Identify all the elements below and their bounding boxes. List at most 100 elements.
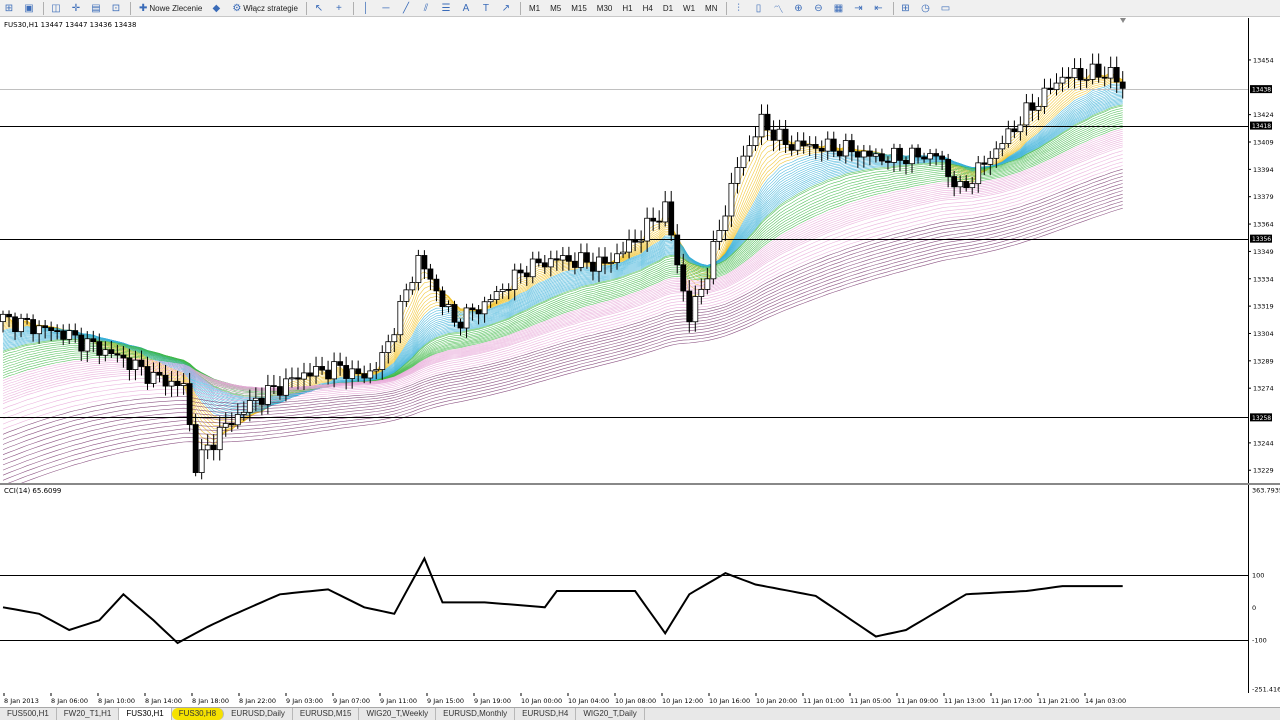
period-m15[interactable]: M15 bbox=[567, 1, 591, 16]
vertical-line-icon[interactable]: │ bbox=[358, 1, 376, 16]
templates-icon[interactable]: ▭ bbox=[938, 1, 956, 16]
candle-body bbox=[12, 316, 18, 333]
candle-body bbox=[349, 368, 356, 379]
candle-body bbox=[951, 176, 958, 188]
period-mn[interactable]: MN bbox=[701, 1, 721, 16]
chart-tab[interactable]: FW20_T1,H1 bbox=[57, 708, 120, 720]
chart-tab[interactable]: WIG20_T,Daily bbox=[576, 708, 645, 720]
candle-body bbox=[1017, 124, 1024, 133]
profiles-icon[interactable]: ▣ bbox=[21, 1, 39, 16]
channel-icon[interactable]: ⫽ bbox=[418, 1, 436, 16]
candle-body bbox=[234, 414, 241, 426]
zoom-out-icon: ⊖ bbox=[814, 2, 823, 14]
chart-shift-icon[interactable]: ⇤ bbox=[871, 1, 889, 16]
trendline-icon[interactable]: ╱ bbox=[398, 1, 416, 16]
candle-body bbox=[493, 291, 500, 300]
period-m30-label: M30 bbox=[596, 3, 613, 13]
candle-body bbox=[42, 325, 49, 329]
cursor-icon[interactable]: ↖ bbox=[311, 1, 329, 16]
candle-body bbox=[650, 217, 657, 222]
candle-body bbox=[662, 201, 669, 223]
periods-icon: ◷ bbox=[921, 2, 930, 14]
cci-panel[interactable]: 363.7935 100 0 -100 -251.4163 CCI(14) 65.6099 bbox=[0, 485, 1280, 694]
price-label: 13418 bbox=[1252, 123, 1271, 130]
zoom-out-icon[interactable]: ⊖ bbox=[811, 1, 829, 16]
indicators-icon[interactable]: ⊞ bbox=[898, 1, 916, 16]
candle-body bbox=[891, 147, 897, 163]
candle-body bbox=[1053, 82, 1060, 91]
candle-body bbox=[144, 366, 151, 384]
crosshair-icon[interactable]: + bbox=[331, 1, 349, 16]
navigator-icon[interactable]: ✛ bbox=[68, 1, 86, 16]
cci-chart[interactable]: 363.7935 100 0 -100 -251.4163 CCI(14) 65.6099 bbox=[0, 485, 1280, 694]
period-w1[interactable]: W1 bbox=[679, 1, 699, 16]
tile-icon: ▦ bbox=[833, 2, 844, 14]
candle-body bbox=[30, 319, 37, 335]
time-label: 11 Jan 21:00 bbox=[1038, 697, 1079, 705]
time-label: 8 Jan 22:00 bbox=[239, 697, 276, 705]
price-tick-label: 13364 bbox=[1253, 221, 1274, 229]
candle-body bbox=[626, 239, 632, 253]
price-tick-label: 13409 bbox=[1253, 139, 1274, 147]
period-m5-label: M5 bbox=[550, 3, 562, 13]
candle-body bbox=[596, 256, 602, 272]
text-icon[interactable]: A bbox=[458, 1, 476, 16]
tester-icon[interactable]: ⊡ bbox=[108, 1, 126, 16]
candle-body bbox=[36, 325, 43, 335]
market-watch-icon[interactable]: ◫ bbox=[48, 1, 66, 16]
period-h1[interactable]: H1 bbox=[618, 1, 636, 16]
candle-body bbox=[1035, 106, 1042, 111]
autoscroll-icon[interactable]: ⇥ bbox=[851, 1, 869, 16]
candle-body bbox=[66, 330, 73, 340]
auto-trading-button[interactable]: ⚙ Włącz strategie bbox=[228, 1, 302, 16]
terminal-icon: ▤ bbox=[91, 2, 101, 14]
bar-chart-icon[interactable]: ⫶ bbox=[731, 1, 749, 16]
time-label: 8 Jan 18:00 bbox=[192, 697, 229, 705]
line-chart-icon[interactable]: 〽 bbox=[771, 1, 789, 16]
shapes-icon[interactable]: ↗ bbox=[498, 1, 516, 16]
terminal-icon[interactable]: ▤ bbox=[88, 1, 106, 16]
candle-body bbox=[222, 423, 229, 428]
candle-body bbox=[511, 269, 518, 290]
chart-tab[interactable]: WIG20_T,Weekly bbox=[359, 708, 437, 720]
candle-body bbox=[150, 371, 157, 384]
candle-body bbox=[529, 258, 536, 278]
periods-icon[interactable]: ◷ bbox=[918, 1, 936, 16]
chart-tab[interactable]: EURUSD,H4 bbox=[515, 708, 577, 720]
horizontal-line-icon[interactable]: ─ bbox=[378, 1, 396, 16]
new-order-button[interactable]: ✚ Nowe Zlecenie bbox=[135, 1, 206, 16]
candles-icon[interactable]: ▯ bbox=[751, 1, 769, 16]
chart-tab[interactable]: FUS30,H8 bbox=[171, 708, 225, 720]
chart-tab[interactable]: FUS500,H1 bbox=[0, 708, 57, 720]
chart-tab[interactable]: EURUSD,M15 bbox=[293, 708, 360, 720]
bar-chart-icon: ⫶ bbox=[737, 2, 740, 14]
price-label: 13258 bbox=[1252, 415, 1271, 422]
cci-plot-area[interactable] bbox=[0, 485, 1248, 693]
candle-body bbox=[475, 309, 482, 315]
time-label: 11 Jan 01:00 bbox=[803, 697, 844, 705]
price-chart-panel[interactable]: 13454 13424 13409 13394 13379 13364 13349 13334… bbox=[0, 18, 1280, 491]
metaeditor-icon[interactable]: ◆ bbox=[208, 1, 226, 16]
candle-body bbox=[818, 147, 825, 152]
chart-tab[interactable]: EURUSD,Monthly bbox=[436, 708, 516, 720]
toolbar: ⊞ ▣ ◫ ✛ ▤ ⊡ ✚ Nowe Zlecenie ◆ ⚙ Włącz strategie ↖ + │… bbox=[0, 0, 1280, 17]
period-m5[interactable]: M5 bbox=[546, 1, 565, 16]
label-icon[interactable]: T bbox=[478, 1, 496, 16]
fibonacci-icon[interactable]: ☰ bbox=[438, 1, 456, 16]
candle-body bbox=[18, 317, 24, 333]
chart-tab[interactable]: FUS30,H1 bbox=[119, 708, 172, 720]
price-chart[interactable]: 13454 13424 13409 13394 13379 13364 13349 13334… bbox=[0, 18, 1280, 491]
zoom-in-icon[interactable]: ⊕ bbox=[791, 1, 809, 16]
chart-tab[interactable]: EURUSD,Daily bbox=[224, 708, 293, 720]
tile-icon[interactable]: ▦ bbox=[831, 1, 849, 16]
candle-body bbox=[78, 334, 85, 352]
period-m1[interactable]: M1 bbox=[525, 1, 544, 16]
period-d1[interactable]: D1 bbox=[659, 1, 677, 16]
candle-body bbox=[1101, 76, 1108, 79]
period-m30[interactable]: M30 bbox=[593, 1, 617, 16]
candle-body bbox=[800, 140, 807, 147]
period-h4[interactable]: H4 bbox=[639, 1, 657, 16]
candle-body bbox=[656, 220, 663, 223]
new-chart-icon[interactable]: ⊞ bbox=[1, 1, 19, 16]
candle-body bbox=[770, 129, 777, 141]
